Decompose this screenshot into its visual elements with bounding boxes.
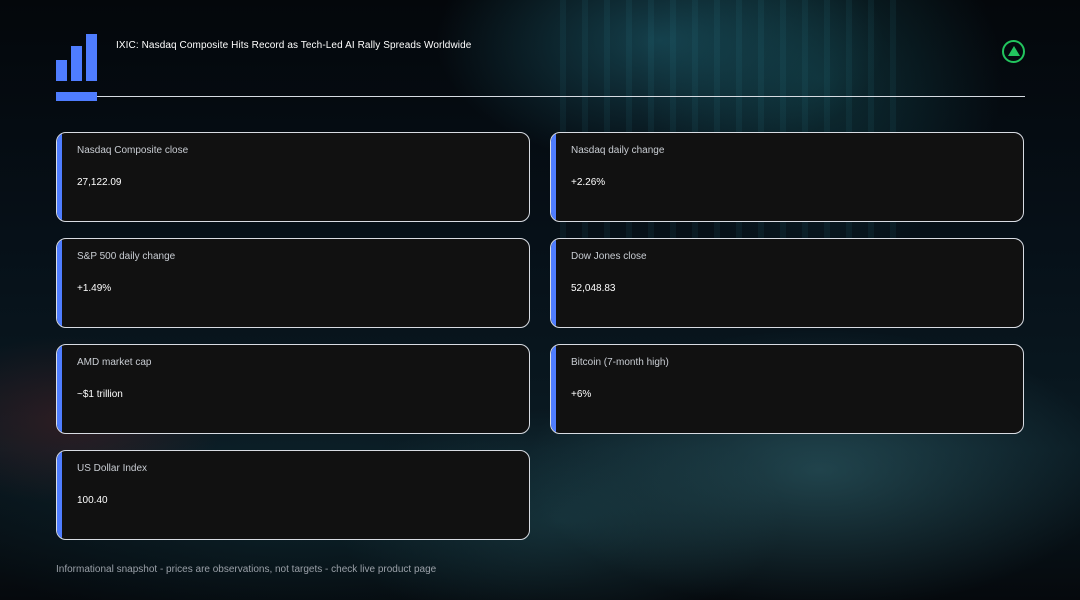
stat-label: US Dollar Index: [77, 463, 148, 474]
footer-disclaimer: Informational snapshot - prices are obse…: [56, 564, 437, 575]
stat-value: 100.40: [77, 495, 108, 506]
up-triangle-circle-icon: [1002, 40, 1025, 63]
stat-label: Nasdaq Composite close: [77, 145, 189, 156]
logo-bar: [86, 34, 97, 81]
header-accent-bar: [56, 92, 97, 101]
up-triangle-icon: [1007, 46, 1020, 56]
stat-card-nasdaq-close: Nasdaq Composite close 27,122.09: [56, 132, 530, 222]
stat-card-amd-market-cap: AMD market cap ~$1 trillion: [56, 344, 530, 434]
stat-card-dollar-index: US Dollar Index 100.40: [56, 450, 530, 540]
stat-label: S&P 500 daily change: [77, 251, 176, 262]
stat-value: 52,048.83: [571, 283, 616, 294]
stat-label: Nasdaq daily change: [571, 145, 665, 156]
stat-value: +2.26%: [571, 177, 606, 188]
stat-card-dow-close: Dow Jones close 52,048.83: [550, 238, 1024, 328]
stat-card-sp500-change: S&P 500 daily change +1.49%: [56, 238, 530, 328]
stat-card-bitcoin: Bitcoin (7-month high) +6%: [550, 344, 1024, 434]
stat-card-nasdaq-change: Nasdaq daily change +2.26%: [550, 132, 1024, 222]
bar-chart-logo-icon: [56, 34, 98, 81]
logo-bar: [56, 60, 67, 81]
stat-label: Bitcoin (7-month high): [571, 357, 669, 368]
stat-value: +6%: [571, 389, 592, 400]
page-title: IXIC: Nasdaq Composite Hits Record as Te…: [116, 40, 472, 51]
logo-bar: [71, 46, 82, 81]
header-divider: [56, 96, 1025, 97]
stat-value: +1.49%: [77, 283, 112, 294]
stat-label: Dow Jones close: [571, 251, 647, 262]
stat-value: 27,122.09: [77, 177, 122, 188]
stat-value: ~$1 trillion: [77, 389, 123, 400]
stat-label: AMD market cap: [77, 357, 152, 368]
